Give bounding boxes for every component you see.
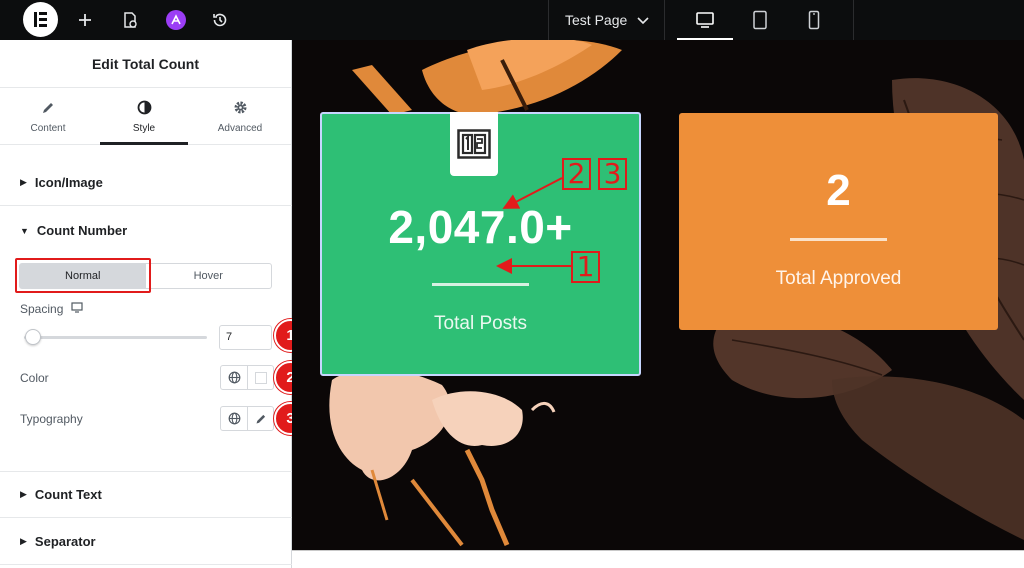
counter-numbers-icon: [450, 112, 498, 176]
section-separator[interactable]: ▶ Separator: [0, 518, 292, 565]
typography-label: Typography: [20, 412, 83, 426]
spacing-input[interactable]: 7: [219, 325, 272, 350]
color-label: Color: [20, 371, 49, 385]
page-name: Test Page: [565, 12, 628, 28]
desktop-icon[interactable]: [677, 0, 733, 40]
elementor-logo-icon[interactable]: [23, 2, 58, 37]
state-toggle: Normal Hover: [19, 263, 272, 289]
caret-down-icon: ▼: [20, 225, 29, 236]
section-count-number[interactable]: ▼ Count Number: [0, 207, 292, 254]
add-icon[interactable]: [72, 0, 98, 40]
color-controls: [220, 365, 274, 390]
spacing-slider-track[interactable]: [24, 336, 207, 339]
typography-controls: [220, 406, 274, 431]
annotation-label-2: 2: [562, 158, 591, 190]
top-bar: Test Page: [0, 0, 1024, 40]
caret-right-icon: ▶: [20, 535, 27, 546]
count-text-approved: Total Approved: [775, 268, 902, 289]
responsive-desktop-icon[interactable]: [71, 302, 83, 316]
count-number: 2,047.0+: [388, 201, 573, 253]
count-number-approved: 2: [826, 166, 851, 215]
section-icon-image[interactable]: ▶ Icon/Image: [0, 159, 292, 206]
section-count-text[interactable]: ▶ Count Text: [0, 471, 292, 518]
color-swatch: [254, 371, 267, 384]
tab-style[interactable]: Style: [96, 88, 192, 145]
tab-content-label: Content: [30, 122, 66, 134]
tablet-icon[interactable]: [732, 0, 788, 40]
global-colors-icon[interactable]: [221, 366, 247, 389]
section-icon-image-label: Icon/Image: [34, 174, 103, 190]
tab-advanced[interactable]: Advanced: [192, 88, 288, 144]
caret-right-icon: ▶: [20, 489, 27, 499]
spacing-slider-handle[interactable]: [25, 329, 41, 345]
tab-content[interactable]: Content: [0, 88, 96, 144]
page-settings-icon[interactable]: [117, 0, 143, 40]
contrast-icon: [137, 99, 152, 117]
edit-typography-icon[interactable]: [247, 407, 273, 430]
site-settings-icon[interactable]: [163, 0, 189, 40]
chevron-down-icon: [637, 12, 649, 28]
spacing-label: Spacing: [20, 302, 64, 316]
color-picker-button[interactable]: [247, 366, 273, 389]
topbar-divider: [853, 0, 854, 40]
section-count-number-label: Count Number: [36, 223, 128, 238]
section-count-text-label: Count Text: [34, 487, 102, 502]
panel-tabs: Content Style Advanced: [0, 88, 291, 145]
history-icon[interactable]: [207, 0, 233, 40]
annotation-label-3: 3: [598, 158, 627, 190]
section-separator-label: Separator: [34, 533, 96, 549]
pencil-icon: [41, 99, 55, 117]
global-fonts-icon[interactable]: [221, 407, 247, 430]
mobile-icon[interactable]: [786, 0, 842, 40]
tab-style-label: Style: [132, 122, 156, 134]
count-text: Total Posts: [434, 313, 527, 334]
spacing-control-label: Spacing: [20, 302, 83, 316]
total-approved-card[interactable]: [679, 113, 998, 330]
page-selector[interactable]: Test Page: [548, 0, 665, 40]
normal-state-button[interactable]: Normal: [20, 264, 146, 288]
count-separator: [432, 283, 529, 286]
canvas-footer-strip: [292, 550, 1024, 568]
count-separator-approved: [790, 238, 887, 241]
gear-icon: [233, 99, 248, 117]
panel-title: Edit Total Count: [0, 40, 291, 88]
hover-state-button[interactable]: Hover: [146, 264, 272, 288]
tab-advanced-label: Advanced: [217, 122, 263, 134]
annotation-label-1: 1: [571, 251, 600, 283]
caret-right-icon: ▶: [20, 176, 27, 187]
